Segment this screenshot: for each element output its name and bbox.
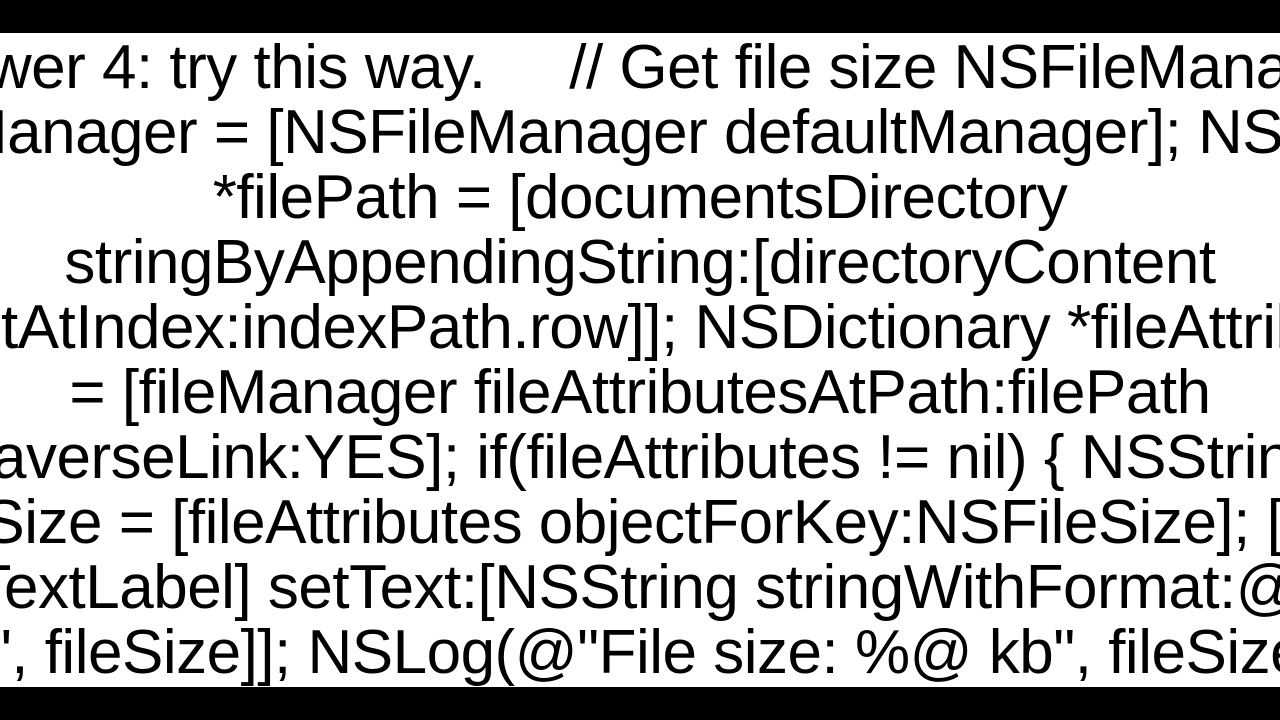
- document-page: swer 4: try this way. // Get file size N…: [0, 33, 1280, 687]
- code-text-block: swer 4: try this way. // Get file size N…: [0, 35, 1280, 686]
